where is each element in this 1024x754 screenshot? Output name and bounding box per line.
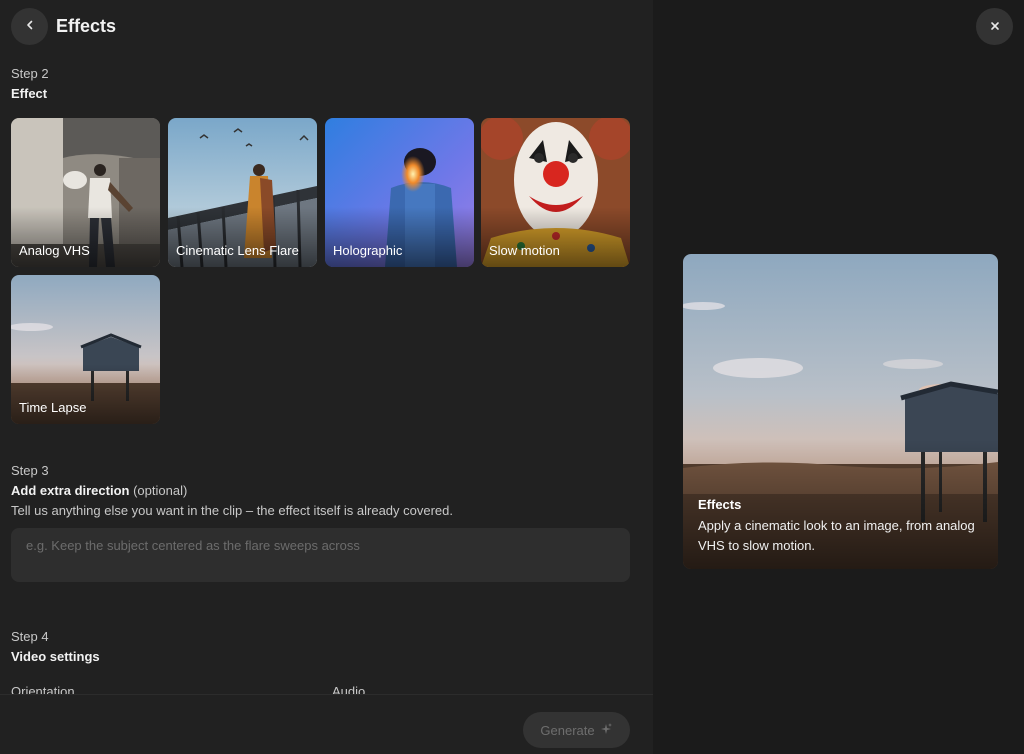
close-button[interactable] <box>976 8 1013 45</box>
generate-button[interactable]: Generate <box>523 712 630 748</box>
effect-card-cinematic-lens-flare[interactable]: Cinematic Lens Flare <box>168 118 317 267</box>
step3-heading: Add extra direction (optional) <box>11 483 187 498</box>
effect-card-slow-motion[interactable]: Slow motion <box>481 118 630 267</box>
step3-heading-text: Add extra direction <box>11 483 130 498</box>
step4-label: Step 4 <box>11 629 49 644</box>
card-shade <box>168 207 317 267</box>
direction-help-text: Tell us anything else you want in the cl… <box>11 503 454 518</box>
optional-tag: (optional) <box>133 483 188 498</box>
sparkle-icon <box>599 722 613 739</box>
effect-label: Holographic <box>333 243 403 258</box>
card-shade <box>11 364 160 424</box>
footer: Generate <box>0 694 653 754</box>
step3-label: Step 3 <box>11 463 49 478</box>
effects-panel: Effects Step 2 Effect Analog VHS Cinemat… <box>0 0 653 754</box>
step4-heading: Video settings <box>11 649 100 664</box>
card-shade <box>481 207 630 267</box>
preview-description: Apply a cinematic look to an image, from… <box>698 518 975 553</box>
step2-heading: Effect <box>11 86 48 101</box>
generate-label: Generate <box>540 722 595 738</box>
effect-card-time-lapse[interactable]: Time Lapse <box>11 275 160 424</box>
card-shade <box>325 207 474 267</box>
page-title: Effects <box>56 16 117 36</box>
effect-card-analog-vhs[interactable]: Analog VHS <box>11 118 160 267</box>
effect-label: Slow motion <box>489 243 560 258</box>
chevron-left-icon <box>24 19 36 34</box>
effect-label: Cinematic Lens Flare <box>176 243 299 258</box>
effect-preview-card: Effects Apply a cinematic look to an ima… <box>683 254 998 569</box>
effect-card-holographic[interactable]: Holographic <box>325 118 474 267</box>
effect-label: Time Lapse <box>19 400 87 415</box>
card-shade <box>11 207 160 267</box>
direction-input[interactable] <box>11 528 630 582</box>
back-button[interactable] <box>11 8 48 45</box>
effect-label: Analog VHS <box>19 243 90 258</box>
step2-label: Step 2 <box>11 66 49 81</box>
preview-title: Effects <box>698 497 742 512</box>
close-icon <box>990 19 1000 34</box>
